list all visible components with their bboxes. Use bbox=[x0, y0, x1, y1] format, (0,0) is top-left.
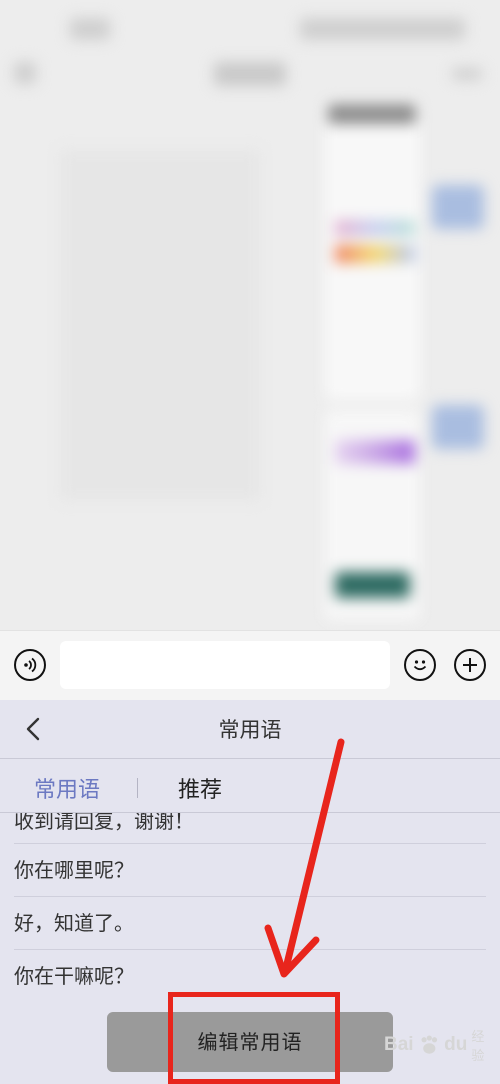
message-input-bar bbox=[0, 630, 500, 701]
tab-recommend[interactable]: 推荐 bbox=[178, 772, 222, 804]
baidu-watermark: Bai du 经验 bbox=[384, 1028, 494, 1064]
avatar bbox=[432, 405, 484, 449]
phrase-list: 收到请回复，谢谢！ 你在哪里呢？ 好，知道了。 你在干嘛呢？ bbox=[0, 813, 500, 1002]
tab-common-phrases[interactable]: 常用语 bbox=[34, 772, 100, 804]
chat-history-area bbox=[0, 0, 500, 630]
watermark-brand: Bai bbox=[384, 1034, 414, 1055]
emoji-icon[interactable] bbox=[404, 649, 436, 681]
tab-divider bbox=[137, 778, 138, 798]
paw-icon bbox=[421, 1035, 437, 1054]
voice-icon[interactable] bbox=[14, 649, 46, 681]
list-item[interactable]: 你在哪里呢？ bbox=[14, 844, 486, 897]
plus-icon[interactable] bbox=[454, 649, 486, 681]
message-input[interactable] bbox=[60, 641, 390, 689]
avatar bbox=[432, 185, 484, 229]
watermark-brand-suffix: du bbox=[444, 1034, 468, 1055]
list-item[interactable]: 收到请回复，谢谢！ bbox=[14, 813, 486, 844]
list-item[interactable]: 好，知道了。 bbox=[14, 897, 486, 950]
watermark-sub: 经验 bbox=[471, 1030, 485, 1064]
tab-bar: 常用语 推荐 bbox=[0, 760, 500, 813]
annotation-highlight-box bbox=[168, 992, 340, 1084]
panel-header: 常用语 bbox=[0, 700, 500, 759]
panel-title: 常用语 bbox=[218, 718, 282, 742]
